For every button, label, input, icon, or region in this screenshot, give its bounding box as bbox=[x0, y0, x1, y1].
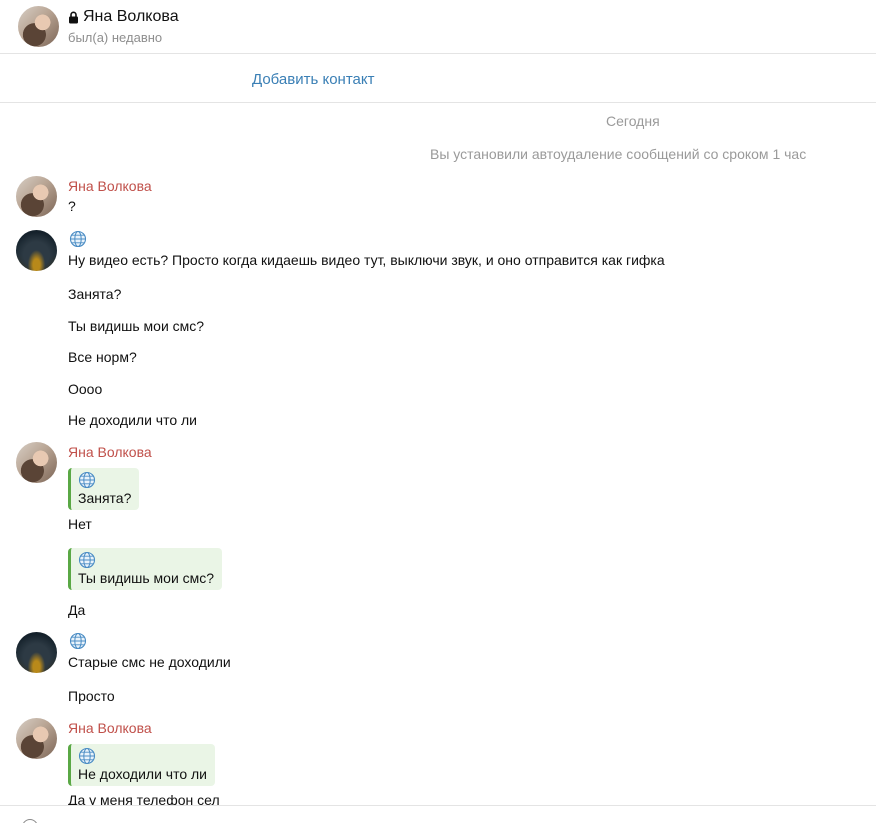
globe-icon bbox=[78, 747, 96, 765]
chat-title[interactable]: Яна Волкова bbox=[68, 8, 179, 26]
globe-icon bbox=[78, 471, 96, 489]
add-contact-button[interactable]: Добавить контакт bbox=[252, 71, 374, 88]
add-contact-bar: Добавить контакт bbox=[0, 55, 876, 103]
quote-text: Не доходили что ли bbox=[78, 766, 207, 782]
service-message: Вы установили автоудаление сообщений со … bbox=[430, 146, 807, 162]
contact-status: был(а) недавно bbox=[68, 30, 163, 45]
lock-icon bbox=[68, 11, 79, 24]
sender-avatar[interactable] bbox=[16, 176, 57, 217]
chat-header: Яна Волкова был(а) недавно bbox=[0, 0, 876, 54]
message-text: Нет bbox=[68, 516, 92, 532]
contact-name: Яна Волкова bbox=[83, 8, 179, 25]
sender-name[interactable]: Яна Волкова bbox=[68, 178, 152, 194]
date-separator: Сегодня bbox=[606, 113, 660, 129]
chat-window: Яна Волкова был(а) недавно Добавить конт… bbox=[0, 0, 876, 823]
quote-text: Занята? bbox=[78, 490, 132, 506]
message-text: Не доходили что ли bbox=[68, 412, 197, 428]
message-text: Старые смс не доходили bbox=[68, 654, 231, 670]
reply-quote[interactable]: Ты видишь мои смс? bbox=[68, 548, 223, 590]
sender-name[interactable]: Яна Волкова bbox=[68, 444, 152, 460]
globe-icon[interactable] bbox=[69, 230, 87, 248]
quote-text: Ты видишь мои смс? bbox=[78, 570, 215, 586]
reply-quote[interactable]: Не доходили что ли bbox=[68, 744, 215, 786]
message-text: Да bbox=[68, 602, 86, 618]
message-text: Ты видишь мои смс? bbox=[68, 318, 205, 334]
globe-icon bbox=[78, 551, 96, 569]
sender-avatar[interactable] bbox=[16, 442, 57, 483]
message-text: Все норм? bbox=[68, 349, 137, 365]
message-text: Оооо bbox=[68, 381, 103, 397]
message-text: Занята? bbox=[68, 286, 122, 302]
sender-avatar[interactable] bbox=[16, 230, 57, 271]
attach-icon[interactable] bbox=[22, 819, 38, 823]
sender-name[interactable]: Яна Волкова bbox=[68, 720, 152, 736]
globe-icon[interactable] bbox=[69, 632, 87, 650]
composer-bar bbox=[0, 805, 876, 823]
message-text: Просто bbox=[68, 688, 115, 704]
sender-avatar[interactable] bbox=[16, 718, 57, 759]
sender-avatar[interactable] bbox=[16, 632, 57, 673]
contact-avatar[interactable] bbox=[18, 6, 59, 47]
message-text: ? bbox=[68, 198, 76, 214]
reply-quote[interactable]: Занята? bbox=[68, 468, 140, 510]
message-text: Ну видео есть? Просто когда кидаешь виде… bbox=[68, 252, 665, 268]
